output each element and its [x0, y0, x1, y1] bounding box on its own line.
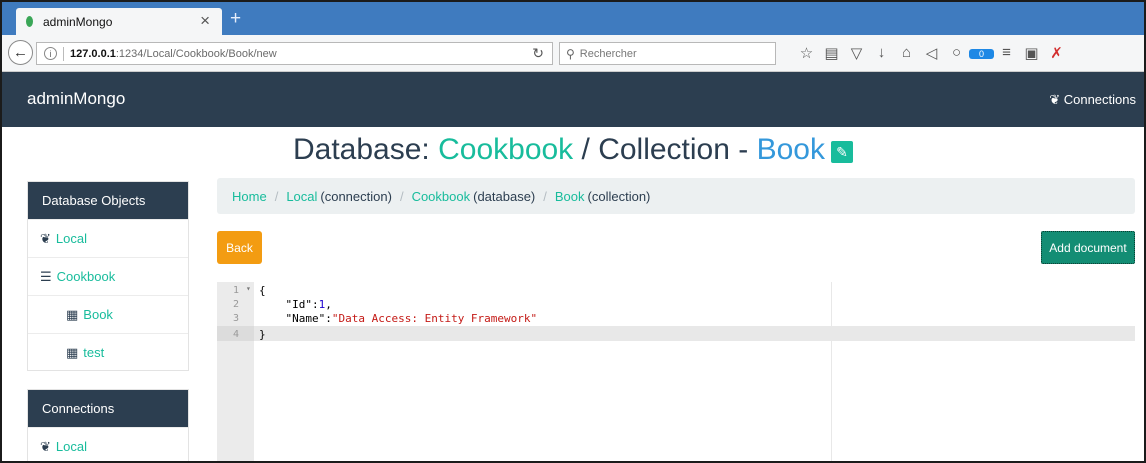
info-icon[interactable]: i — [44, 47, 57, 60]
address-bar[interactable]: i 127.0.0.1:1234/Local/Cookbook/Book/new… — [36, 42, 553, 65]
breadcrumb-separator: / — [543, 188, 547, 204]
connections-panel: Connections ❦ Local — [27, 389, 189, 461]
browser-window: adminMongo × + ← i 127.0.0.1:1234/Local/… — [0, 0, 1146, 463]
tab-bar: adminMongo × + — [2, 2, 1144, 35]
code-value-name: "Data Access: Entity Framework" — [331, 312, 538, 325]
sidebar-item-test[interactable]: ▦ test — [28, 333, 188, 371]
table-icon: ▦ — [66, 306, 79, 322]
extension-red-icon[interactable]: ✗ — [1044, 44, 1069, 62]
browser-tab[interactable]: adminMongo × — [16, 8, 222, 35]
reading-list-icon[interactable]: ▤ — [819, 44, 844, 62]
plug-icon: ❦ — [40, 438, 51, 454]
mongo-leaf-icon — [26, 16, 33, 27]
back-arrow-icon[interactable]: ← — [8, 40, 33, 65]
sidebar-item-label: Local — [55, 439, 87, 454]
notification-icon[interactable]: 0 — [969, 44, 994, 62]
breadcrumb-home[interactable]: Home — [232, 189, 267, 204]
sidebar-item-label: Cookbook — [56, 269, 116, 284]
bookmark-star-icon[interactable]: ☆ — [794, 44, 819, 62]
line-number: 3 — [233, 313, 240, 324]
connections-title: Connections — [28, 390, 188, 427]
sidebar-item-local[interactable]: ❦ Local — [28, 219, 188, 257]
menu-icon[interactable]: ≡ — [994, 44, 1019, 62]
search-input[interactable]: ⚲ Rechercher — [559, 42, 776, 65]
home-icon[interactable]: ⌂ — [894, 44, 919, 62]
reload-icon[interactable]: ↻ — [532, 45, 544, 62]
extension-k-icon[interactable]: ▣ — [1019, 44, 1044, 62]
breadcrumb-database[interactable]: Cookbook — [412, 189, 471, 204]
fold-arrow-icon[interactable]: ▾ — [246, 284, 251, 293]
sidebar-item-label: Book — [83, 307, 113, 322]
connections-link[interactable]: ❦ Connections — [1049, 92, 1136, 108]
plug-icon: ❦ — [40, 230, 51, 246]
breadcrumb-database-suffix: (database) — [473, 188, 536, 204]
search-placeholder: Rechercher — [579, 47, 637, 60]
breadcrumb-collection-suffix: (collection) — [587, 188, 651, 204]
browser-toolbar: ← i 127.0.0.1:1234/Local/Cookbook/Book/n… — [2, 35, 1144, 72]
json-editor[interactable]: 1 ▾ 2 3 4 { "Id":1, "Name":"Data Access:… — [217, 282, 1135, 461]
sidebar-item-book[interactable]: ▦ Book — [28, 295, 188, 333]
collection-name: Book — [756, 133, 825, 166]
line-number: 2 — [233, 299, 240, 310]
close-tab-icon[interactable]: × — [200, 11, 210, 31]
database-objects-panel: Database Objects ❦ Local ☰ Cookbook ▦ Bo… — [27, 181, 189, 371]
breadcrumb: Home / Local (connection) / Cookbook (data… — [217, 178, 1135, 214]
plug-icon: ❦ — [1049, 92, 1061, 107]
code-comma: , — [325, 298, 332, 311]
pocket-icon[interactable]: ▽ — [844, 44, 869, 62]
breadcrumb-separator: / — [274, 188, 279, 204]
app-brand[interactable]: adminMongo — [27, 89, 125, 109]
edit-pencil-icon[interactable]: ✎ — [830, 141, 853, 163]
add-document-button[interactable]: Add document — [1041, 231, 1135, 264]
code-key-name: "Name": — [259, 312, 332, 325]
sidebar-item-local-connection[interactable]: ❦ Local — [28, 427, 188, 461]
active-line-highlight — [254, 326, 1135, 341]
breadcrumb-separator: / — [399, 188, 404, 204]
page-title: Database: Cookbook / Collection - Book ✎ — [2, 133, 1144, 167]
database-name: Cookbook — [438, 133, 574, 166]
code-line: "Id":1, — [259, 298, 332, 311]
sidebar-item-label: test — [83, 345, 105, 360]
url-path: :1234/Local/Cookbook/Book/new — [115, 47, 277, 60]
collection-label: / Collection - — [573, 133, 757, 166]
breadcrumb-connection-suffix: (connection) — [320, 188, 392, 204]
breadcrumb-collection[interactable]: Book — [555, 189, 585, 204]
database-icon: ☰ — [40, 268, 52, 284]
notification-badge: 0 — [969, 49, 994, 59]
tab-title: adminMongo — [43, 14, 113, 29]
code-brace-open: { — [259, 284, 266, 297]
browser-toolbar-icons: ☆ ▤ ▽ ↓ ⌂ ◁ ○ 0 ≡ ▣ ✗ — [794, 44, 1069, 62]
app-navbar: adminMongo ❦ Connections — [2, 72, 1144, 127]
code-line: } — [259, 329, 266, 340]
new-tab-icon[interactable]: + — [230, 8, 241, 30]
table-icon: ▦ — [66, 344, 79, 360]
code-brace-close: } — [259, 328, 266, 341]
address-separator — [63, 46, 64, 61]
line-number: 4 — [233, 329, 240, 340]
database-objects-title: Database Objects — [28, 182, 188, 219]
code-line: { — [259, 285, 266, 296]
send-icon[interactable]: ◁ — [919, 44, 944, 62]
database-label: Database: — [293, 133, 439, 166]
sidebar-item-label: Local — [55, 231, 87, 246]
code-key-id: "Id": — [259, 298, 319, 311]
connections-label: Connections — [1063, 92, 1136, 107]
back-button[interactable]: Back — [217, 231, 262, 264]
url-host: 127.0.0.1 — [70, 47, 116, 60]
sidebar-item-cookbook[interactable]: ☰ Cookbook — [28, 257, 188, 295]
circle-icon[interactable]: ○ — [944, 44, 969, 62]
download-icon[interactable]: ↓ — [869, 44, 894, 62]
breadcrumb-connection[interactable]: Local — [286, 189, 317, 204]
search-icon: ⚲ — [566, 46, 575, 61]
print-margin — [831, 282, 832, 461]
code-line: "Name":"Data Access: Entity Framework" — [259, 313, 537, 324]
